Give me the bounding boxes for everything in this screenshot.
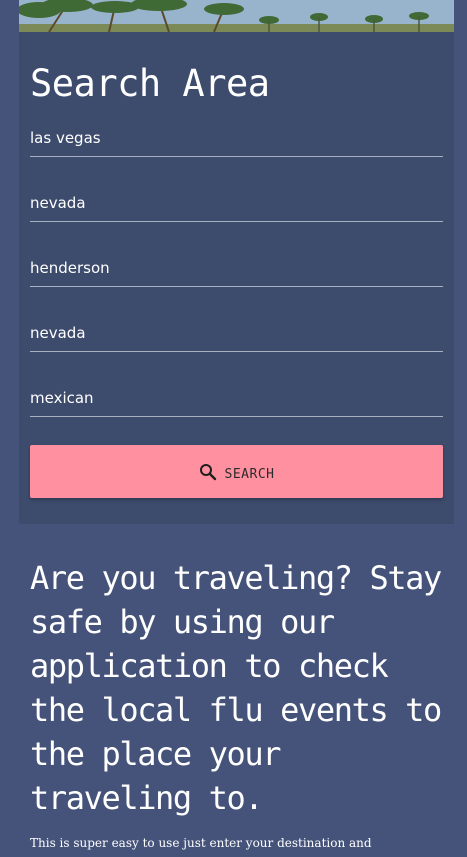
search-field-4	[30, 315, 443, 352]
state-input[interactable]	[30, 185, 443, 221]
second-city-input[interactable]	[30, 250, 443, 286]
search-field-2	[30, 185, 443, 222]
cuisine-input[interactable]	[30, 380, 443, 416]
search-button-label: SEARCH	[224, 467, 275, 482]
search-field-5	[30, 380, 443, 417]
search-field-1	[30, 120, 443, 157]
search-area-card: Search Area SEARCH	[19, 32, 454, 524]
search-button[interactable]: SEARCH	[30, 445, 443, 498]
search-area-title: Search Area	[30, 62, 270, 105]
second-state-input[interactable]	[30, 315, 443, 351]
city-input[interactable]	[30, 120, 443, 156]
info-body-text: This is super easy to use just enter you…	[30, 836, 372, 850]
info-headline: Are you traveling? Stay safe by using ou…	[30, 559, 442, 817]
search-field-3	[30, 250, 443, 287]
hero-image	[19, 0, 454, 32]
search-icon	[199, 463, 217, 481]
